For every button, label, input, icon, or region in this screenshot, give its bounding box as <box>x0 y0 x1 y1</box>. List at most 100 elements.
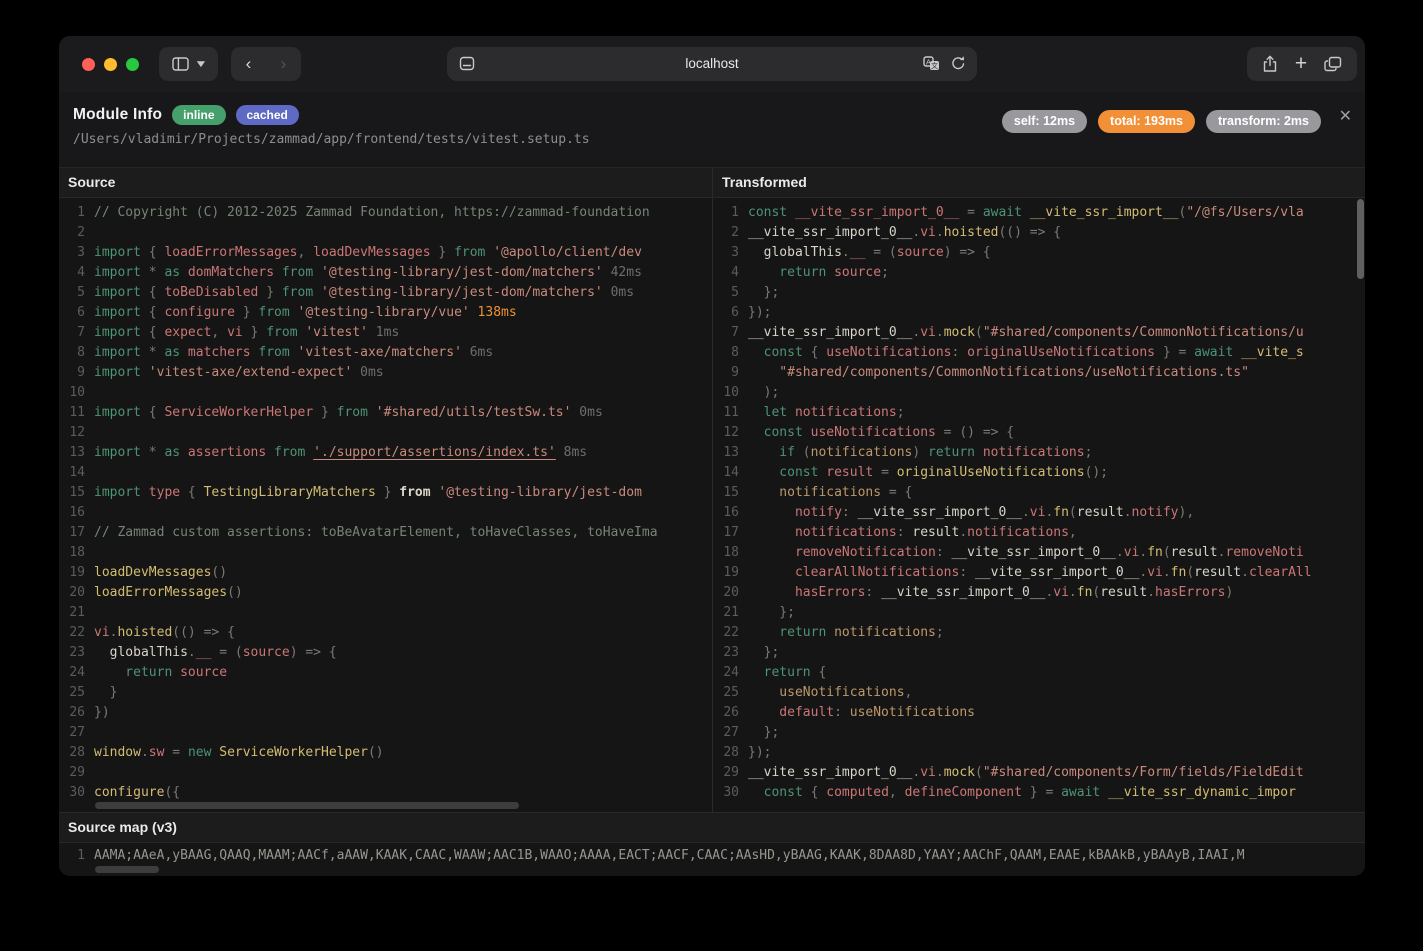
code-token: toBeDisabled <box>164 285 258 300</box>
browser-toolbar: ▼ ‹ › localhost A 文 <box>59 36 1365 92</box>
line-number: 21 <box>59 603 85 623</box>
code-token: . <box>188 645 196 660</box>
code-token: await <box>1194 345 1233 360</box>
reload-icon[interactable] <box>951 55 966 71</box>
line-content: AAMA;AAeA,yBAAG,QAAQ,MAAM;AACf,aAAW,KAAK… <box>94 846 1245 866</box>
code-token: from <box>274 265 313 280</box>
timing-self: self: 12ms <box>1002 110 1087 133</box>
code-token: notifications <box>748 485 881 500</box>
timing-transform: transform: 2ms <box>1206 110 1321 133</box>
code-line: 3import { loadErrorMessages, loadDevMess… <box>59 243 712 263</box>
code-token: } <box>243 325 266 340</box>
code-line: 13 if (notifications) return notificatio… <box>713 443 1365 463</box>
close-window-button[interactable] <box>82 58 95 71</box>
code-token: const <box>748 425 803 440</box>
code-line: 14 const result = originalUseNotificatio… <box>713 463 1365 483</box>
code-token: hasErrors <box>748 585 865 600</box>
line-number: 9 <box>713 363 739 383</box>
code-token: "#shared/components/CommonNotifications/… <box>983 325 1304 340</box>
line-number: 20 <box>59 583 85 603</box>
minimize-window-button[interactable] <box>104 58 117 71</box>
translate-icon[interactable]: A 文 <box>923 56 940 71</box>
code-line: 6}); <box>713 303 1365 323</box>
line-number: 25 <box>59 683 85 703</box>
sidebar-toggle-button[interactable]: ▼ <box>159 47 218 81</box>
code-token: { <box>811 665 827 680</box>
transformed-vertical-scrollbar[interactable] <box>1357 199 1364 279</box>
code-token: 'vitest' <box>298 325 368 340</box>
line-number: 17 <box>59 523 85 543</box>
code-token: return <box>748 625 826 640</box>
code-line: 23 globalThis.__ = (source) => { <box>59 643 712 663</box>
code-token: notifications <box>787 405 897 420</box>
line-content: configure({ <box>94 783 180 803</box>
chevron-down-icon: ▼ <box>194 59 208 70</box>
code-line: 27 <box>59 723 712 743</box>
code-token: . <box>1022 505 1030 520</box>
code-token: import <box>94 405 141 420</box>
code-line: 29 <box>59 763 712 783</box>
line-number: 12 <box>713 423 739 443</box>
code-token: (() => { <box>998 225 1061 240</box>
code-token: } <box>258 285 281 300</box>
line-number: 1 <box>59 203 85 223</box>
code-token: * <box>141 445 164 460</box>
code-token: '@testing-library/vue' <box>290 305 470 320</box>
source-code[interactable]: 1// Copyright (C) 2012-2025 Zammad Found… <box>59 198 712 803</box>
code-token: result <box>1194 565 1241 580</box>
code-token: "#shared/components/CommonNotifications/… <box>748 365 1249 380</box>
line-content: import { ServiceWorkerHelper } from '#sh… <box>94 403 603 423</box>
new-tab-icon[interactable]: + <box>1295 54 1307 74</box>
code-token: = ( <box>211 645 242 660</box>
code-line: 27 }; <box>713 723 1365 743</box>
line-number: 12 <box>59 423 85 443</box>
code-token: : <box>865 585 881 600</box>
close-icon[interactable]: ✕ <box>1339 106 1352 126</box>
code-token: default <box>748 705 834 720</box>
code-token: __vite_ssr_import__ <box>1022 205 1179 220</box>
module-link[interactable]: './support/assertions/index.ts' <box>313 445 556 460</box>
code-token: const <box>748 785 803 800</box>
code-line: 30configure({ <box>59 783 712 803</box>
line-number: 13 <box>713 443 739 463</box>
code-line: 2 <box>59 223 712 243</box>
code-token: ; <box>936 625 944 640</box>
sourcemap-horizontal-scrollbar[interactable] <box>95 866 159 873</box>
code-line: 10 <box>59 383 712 403</box>
code-line: 7__vite_ssr_import_0__.vi.mock("#shared/… <box>713 323 1365 343</box>
code-token: from <box>266 445 313 460</box>
code-token: () <box>211 565 227 580</box>
url-text[interactable]: localhost <box>447 47 977 81</box>
source-horizontal-scrollbar[interactable] <box>95 802 519 809</box>
back-icon[interactable]: ‹ <box>231 47 266 81</box>
tabs-icon[interactable] <box>1324 56 1342 72</box>
address-bar-actions: A 文 <box>923 55 966 71</box>
line-number: 25 <box>713 683 739 703</box>
code-line: 20loadErrorMessages() <box>59 583 712 603</box>
code-token: type <box>141 485 180 500</box>
code-token: const <box>748 345 803 360</box>
code-token: { <box>141 305 164 320</box>
line-number: 16 <box>59 503 85 523</box>
line-content: const { useNotifications: originalUseNot… <box>748 343 1304 363</box>
code-token: if <box>748 445 795 460</box>
svg-text:文: 文 <box>931 61 938 70</box>
line-number: 1 <box>713 203 739 223</box>
code-token: }; <box>748 725 779 740</box>
share-icon[interactable] <box>1262 55 1278 73</box>
forward-icon[interactable]: › <box>266 47 301 81</box>
line-number: 19 <box>59 563 85 583</box>
line-content: }; <box>748 723 779 743</box>
line-number: 5 <box>713 283 739 303</box>
code-token: ; <box>1085 445 1093 460</box>
code-token: fn <box>1147 545 1163 560</box>
code-token: . <box>1241 565 1249 580</box>
transformed-code[interactable]: 1const __vite_ssr_import_0__ = await __v… <box>713 198 1365 803</box>
code-line: 17 notifications: result.notifications, <box>713 523 1365 543</box>
zoom-window-button[interactable] <box>126 58 139 71</box>
code-token: 8ms <box>556 445 587 460</box>
line-number: 14 <box>59 463 85 483</box>
address-bar[interactable]: localhost A 文 <box>447 47 977 81</box>
code-token: // Zammad custom assertions: toBeAvatarE… <box>94 525 658 540</box>
line-number: 26 <box>713 703 739 723</box>
